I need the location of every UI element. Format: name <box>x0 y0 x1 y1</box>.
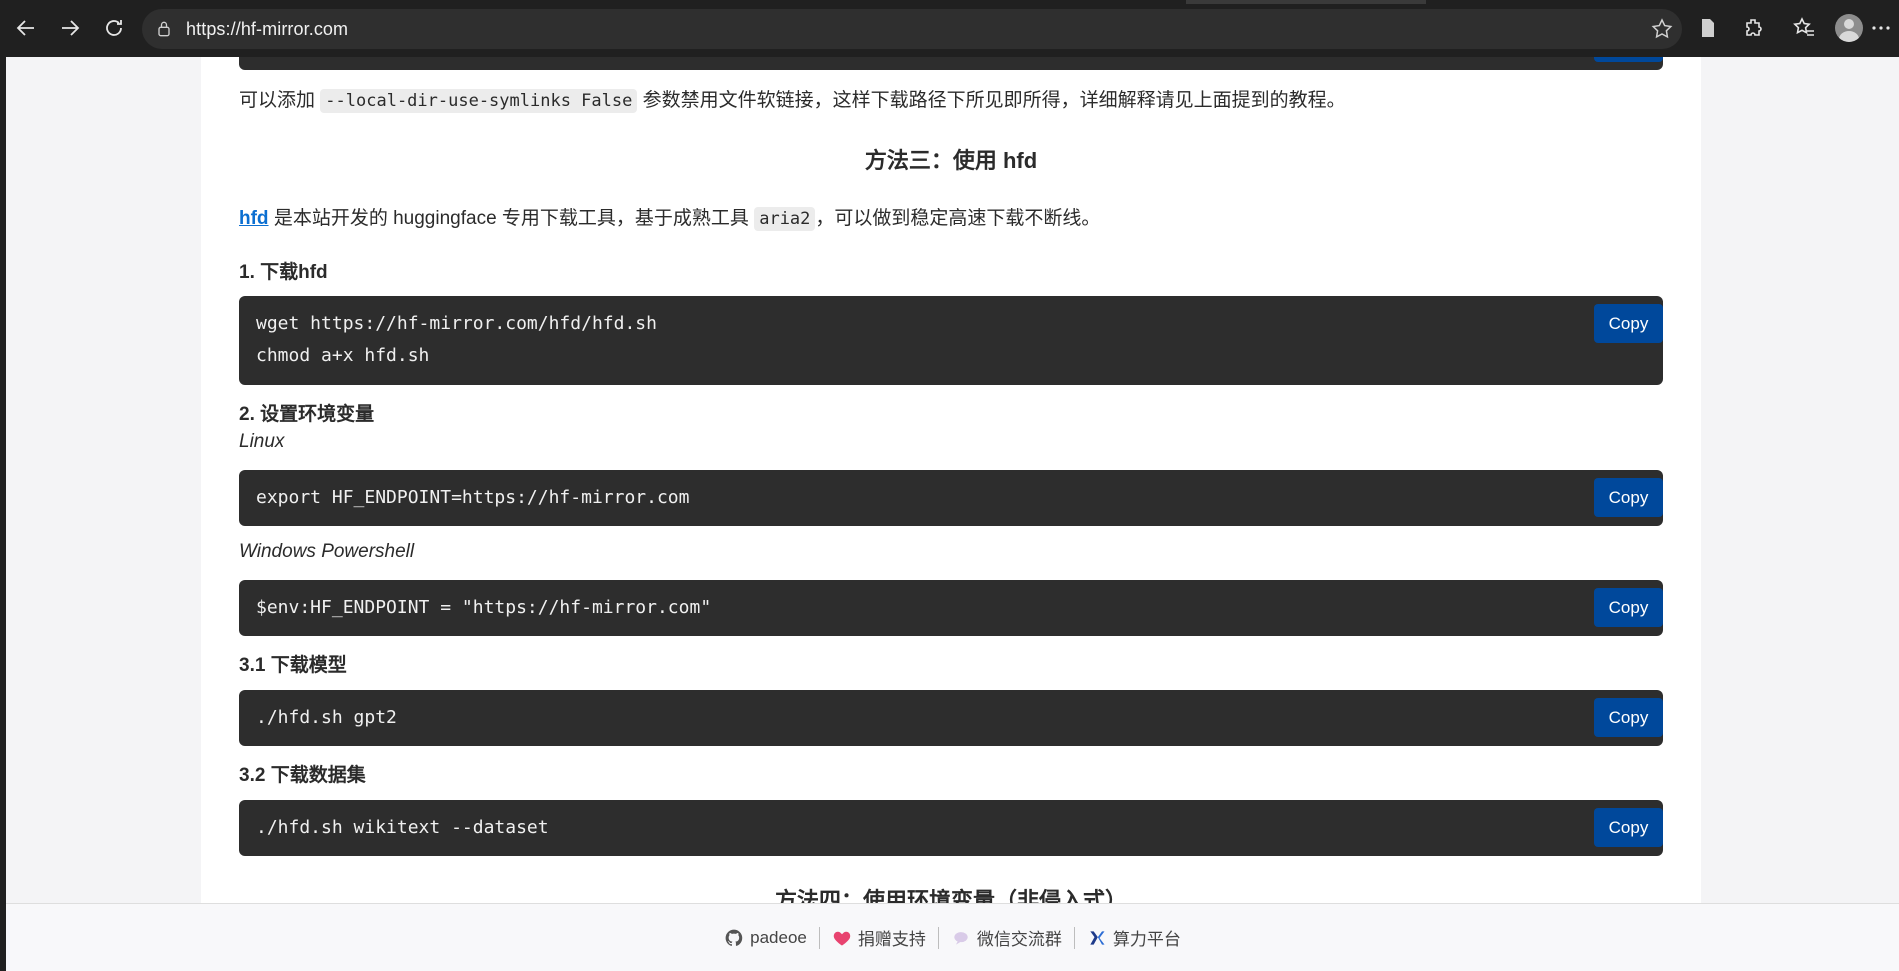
favorite-star-icon[interactable] <box>1650 17 1674 41</box>
section-title-method3: 方法三：使用 hfd <box>864 148 1038 173</box>
code-line: chmod a+x hfd.sh <box>256 345 430 366</box>
browser-toolbar: https://hf-mirror.com <box>0 0 1899 57</box>
linux-label: Linux <box>239 431 285 452</box>
code-block-partial <box>239 57 1663 70</box>
avatar[interactable] <box>1835 14 1863 42</box>
copy-button[interactable]: Copy <box>1594 478 1663 517</box>
profile-avatar[interactable] <box>1827 6 1871 50</box>
code-block-download-model[interactable]: ./hfd.sh gpt2 Copy <box>239 690 1663 746</box>
tab-strip <box>1186 0 1426 4</box>
page-viewport[interactable]: 可以添加 --local-dir-use-symlinks False 参数禁用… <box>6 57 1899 971</box>
github-icon <box>725 929 743 946</box>
reload-icon[interactable] <box>92 6 136 50</box>
step32-title: 3.2 下载数据集 <box>239 765 366 786</box>
inline-code: aria2 <box>754 207 816 231</box>
forward-arrow-icon[interactable] <box>48 6 92 50</box>
copy-button[interactable]: Copy <box>1594 588 1663 627</box>
step31-title: 3.1 下载模型 <box>239 655 347 676</box>
code-block-linux-env[interactable]: export HF_ENDPOINT=https://hf-mirror.com… <box>239 470 1663 526</box>
code-block-download-dataset[interactable]: ./hfd.sh wikitext --dataset Copy <box>239 800 1663 856</box>
code-block-download-hfd[interactable]: wget https://hf-mirror.com/hfd/hfd.sh ch… <box>239 296 1663 385</box>
more-menu-icon[interactable] <box>1866 6 1896 50</box>
code-line: $env:HF_ENDPOINT = "https://hf-mirror.co… <box>256 597 712 618</box>
inline-code: --local-dir-use-symlinks False <box>320 89 638 113</box>
step1-title: 1. 下载hfd <box>239 262 328 283</box>
code-line: ./hfd.sh wikitext --dataset <box>256 817 549 838</box>
favorites-icon[interactable] <box>1782 6 1826 50</box>
x-logo-icon <box>1090 930 1105 945</box>
extensions-icon[interactable] <box>1732 6 1776 50</box>
hfd-link[interactable]: hfd <box>239 208 269 229</box>
chat-bubble-icon <box>954 931 968 945</box>
url-text[interactable]: https://hf-mirror.com <box>186 19 348 40</box>
back-arrow-icon[interactable] <box>4 6 48 50</box>
symlink-note: 可以添加 --local-dir-use-symlinks False 参数禁用… <box>239 89 1346 113</box>
step2-title: 2. 设置环境变量 <box>239 404 375 425</box>
copy-button[interactable]: Copy <box>1594 698 1663 737</box>
footer-link-github[interactable]: padeoe <box>712 928 819 948</box>
footer-link-wechat[interactable]: 微信交流群 <box>939 925 1074 950</box>
footer-bar: padeoe 捐赠支持 微信交流群 算力平台 <box>6 903 1899 971</box>
article-page: 可以添加 --local-dir-use-symlinks False 参数禁用… <box>201 57 1701 971</box>
copy-button[interactable]: Copy <box>1594 808 1663 847</box>
hfd-description: hfd 是本站开发的 huggingface 专用下载工具，基于成熟工具 ari… <box>239 207 1101 231</box>
windows-label: Windows Powershell <box>239 541 415 562</box>
code-line: ./hfd.sh gpt2 <box>256 707 397 728</box>
copy-button[interactable]: Copy <box>1594 304 1663 343</box>
footer-link-compute[interactable]: 算力平台 <box>1075 925 1193 950</box>
lock-icon[interactable] <box>154 19 174 39</box>
code-block-windows-env[interactable]: $env:HF_ENDPOINT = "https://hf-mirror.co… <box>239 580 1663 636</box>
code-line: wget https://hf-mirror.com/hfd/hfd.sh <box>256 313 657 334</box>
reading-view-icon[interactable] <box>1686 6 1730 50</box>
copy-button[interactable] <box>1594 57 1663 62</box>
address-bar[interactable]: https://hf-mirror.com <box>142 9 1682 49</box>
heart-icon <box>833 931 851 945</box>
footer-link-donate[interactable]: 捐赠支持 <box>820 925 938 950</box>
code-line: export HF_ENDPOINT=https://hf-mirror.com <box>256 487 690 508</box>
